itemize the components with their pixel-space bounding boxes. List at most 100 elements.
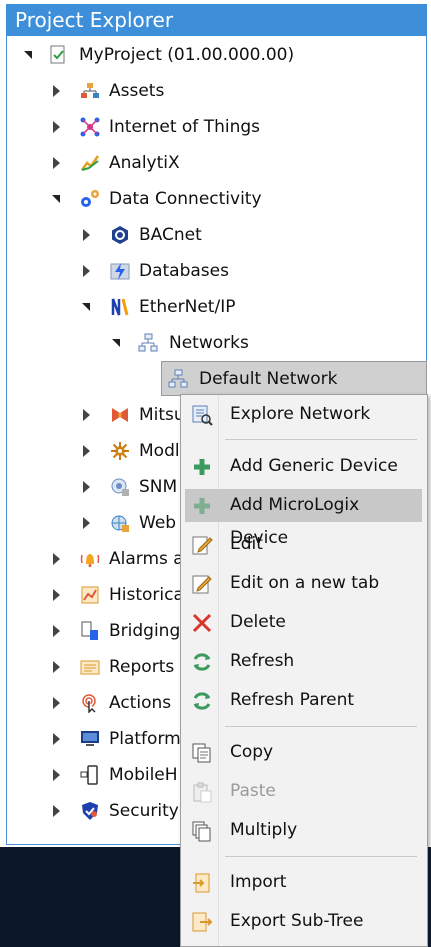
- explore-network-icon: [192, 405, 213, 426]
- menu-label-delete: Delete: [230, 612, 286, 632]
- tree-label-databases: Databases: [139, 261, 229, 281]
- collapse-arrow-icon[interactable]: [50, 613, 64, 649]
- tree-label-myproject: MyProject (01.00.000.00): [79, 45, 295, 65]
- menu-item-copy[interactable]: Copy: [185, 736, 422, 769]
- menu-label-explore-network: Explore Network: [230, 404, 371, 424]
- tree-label-data-connectivity: Data Connectivity: [109, 189, 262, 209]
- analytix-icon: [80, 155, 100, 171]
- tree-label-ethernetip: EtherNet/IP: [139, 297, 236, 317]
- bacnet-icon: [112, 226, 128, 244]
- collapse-arrow-icon[interactable]: [50, 73, 64, 109]
- export-icon: [192, 912, 213, 932]
- menu-label-add-generic-device: Add Generic Device: [230, 456, 398, 476]
- tree-label-historical: Historica: [109, 585, 184, 605]
- collapse-arrow-icon[interactable]: [50, 757, 64, 793]
- collapse-arrow-icon[interactable]: [50, 577, 64, 613]
- menu-label-edit-new-tab: Edit on a new tab: [230, 573, 380, 593]
- expand-arrow-icon[interactable]: [50, 181, 64, 217]
- tree-label-bacnet: BACnet: [139, 225, 202, 245]
- copy-icon: [192, 743, 211, 763]
- modbus-icon: [111, 442, 129, 460]
- collapse-arrow-icon[interactable]: [80, 469, 94, 505]
- tree-label-security: Security: [109, 801, 179, 821]
- databases-icon: [110, 263, 130, 280]
- collapse-arrow-icon[interactable]: [50, 721, 64, 757]
- networks-icon: [138, 333, 158, 352]
- collapse-arrow-icon[interactable]: [50, 649, 64, 685]
- menu-item-delete[interactable]: Delete: [185, 606, 422, 639]
- data-connectivity-icon: [81, 190, 99, 207]
- tree-label-mitsubishi: Mitsu: [139, 405, 185, 425]
- actions-icon: [82, 694, 96, 713]
- menu-item-paste[interactable]: Paste: [185, 775, 422, 808]
- iot-icon: [80, 117, 100, 137]
- collapse-arrow-icon[interactable]: [50, 145, 64, 181]
- menu-label-refresh-parent: Refresh Parent: [230, 690, 355, 710]
- web-icon: [111, 515, 129, 532]
- alarm-bell-icon: [80, 554, 100, 567]
- menu-item-add-generic-device[interactable]: Add Generic Device: [185, 450, 422, 483]
- collapse-arrow-icon[interactable]: [50, 793, 64, 829]
- mitsubishi-icon: [112, 408, 128, 422]
- refresh-parent-icon: [193, 692, 211, 710]
- collapse-arrow-icon[interactable]: [80, 505, 94, 541]
- menu-item-import[interactable]: Import: [185, 866, 422, 899]
- collapse-arrow-icon[interactable]: [80, 253, 94, 289]
- tree-label-mobilehmi: MobileH: [109, 765, 178, 785]
- assets-icon: [81, 83, 99, 98]
- panel-title: Project Explorer: [6, 4, 427, 36]
- refresh-icon: [193, 653, 211, 671]
- shield-icon: [82, 802, 98, 820]
- collapse-arrow-icon[interactable]: [50, 685, 64, 721]
- tree-label-platform: Platform: [109, 729, 181, 749]
- menu-item-edit[interactable]: Edit: [185, 528, 422, 561]
- expand-arrow-icon[interactable]: [22, 37, 36, 73]
- plus-icon: [194, 459, 210, 475]
- tree-label-iot: Internet of Things: [109, 117, 260, 137]
- ethernetip-icon: [111, 298, 129, 316]
- tree-label-actions: Actions: [109, 693, 172, 713]
- import-icon: [193, 873, 210, 893]
- edit-new-tab-icon: [192, 575, 212, 594]
- paste-icon: [193, 782, 212, 803]
- tree-label-analytix: AnalytiX: [109, 153, 180, 173]
- menu-item-explore-network[interactable]: Explore Network: [185, 398, 422, 431]
- collapse-arrow-icon[interactable]: [50, 109, 64, 145]
- snmp-icon: [111, 478, 129, 496]
- menu-item-refresh-parent[interactable]: Refresh Parent: [185, 684, 422, 717]
- menu-label-import: Import: [230, 872, 287, 892]
- tree-label-bridging: Bridging: [109, 621, 181, 641]
- background-panel: [0, 847, 180, 947]
- menu-label-paste: Paste: [230, 781, 276, 801]
- collapse-arrow-icon[interactable]: [80, 433, 94, 469]
- expand-arrow-icon[interactable]: [80, 289, 94, 325]
- collapse-arrow-icon[interactable]: [80, 217, 94, 253]
- expand-arrow-icon[interactable]: [110, 325, 124, 361]
- context-menu: Explore Network Add Generic Device Add M…: [180, 394, 428, 947]
- menu-separator: [225, 856, 417, 857]
- menu-item-multiply[interactable]: Multiply: [185, 814, 422, 847]
- bridging-icon: [81, 621, 98, 640]
- tree-label-assets: Assets: [109, 81, 165, 101]
- historical-icon: [81, 586, 99, 604]
- plus-icon: [194, 498, 210, 514]
- project-icon: [50, 45, 65, 64]
- menu-item-refresh[interactable]: Refresh: [185, 645, 422, 678]
- menu-label-multiply: Multiply: [230, 820, 298, 840]
- menu-separator: [225, 439, 417, 440]
- edit-icon: [192, 536, 213, 555]
- menu-item-export-sub-tree[interactable]: Export Sub-Tree: [185, 905, 422, 938]
- menu-label-edit: Edit: [230, 534, 263, 554]
- menu-item-edit-new-tab[interactable]: Edit on a new tab: [185, 567, 422, 600]
- tree-label-networks: Networks: [169, 333, 249, 353]
- delete-x-icon: [192, 613, 212, 633]
- menu-item-add-micrologix-device[interactable]: Add MicroLogix Device: [185, 489, 422, 548]
- mobile-icon: [80, 765, 98, 785]
- collapse-arrow-icon[interactable]: [50, 541, 64, 577]
- tree-label-alarms: Alarms a: [109, 549, 184, 569]
- tree-label-modbus: Modl: [139, 441, 180, 461]
- menu-label-copy: Copy: [230, 742, 274, 762]
- tree-label-snmp: SNM: [139, 477, 178, 497]
- collapse-arrow-icon[interactable]: [80, 397, 94, 433]
- platform-icon: [81, 731, 99, 746]
